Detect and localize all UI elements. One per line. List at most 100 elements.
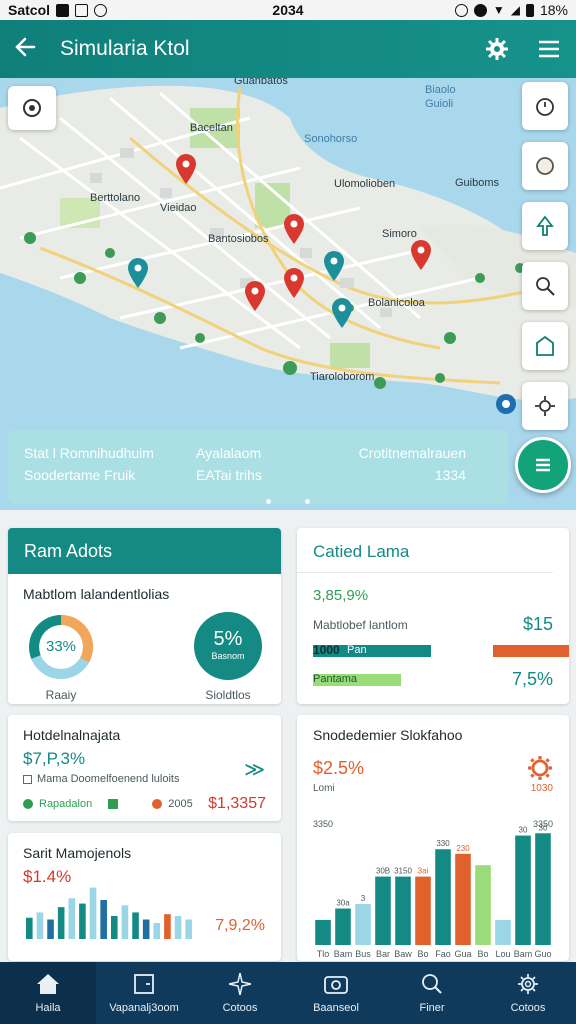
tick-label: Fao [435, 949, 451, 959]
chart-bar [174, 915, 182, 939]
snow-value: $2.5% [313, 757, 365, 778]
nav-settings[interactable]: Cotoos [480, 962, 576, 1024]
circle-value: 5% [213, 628, 243, 650]
notification-icon [75, 3, 89, 17]
overlay-text: 1334 [434, 467, 466, 483]
hotdel-amount: $1,3357 [208, 795, 266, 812]
map-tool-layers[interactable] [522, 142, 568, 190]
map-tool-building[interactable] [522, 322, 568, 370]
nav-search[interactable]: Finer [384, 962, 480, 1024]
alarm-icon [454, 3, 468, 17]
bar-label: 1000 [313, 643, 340, 657]
nav-calendar[interactable]: Vapanalj3oom [96, 962, 192, 1024]
camera-icon [324, 976, 348, 994]
gear-icon[interactable] [527, 755, 553, 781]
bar-top-label: 3150 [394, 867, 412, 876]
chart-bar [132, 912, 139, 939]
map-pin-teal[interactable] [128, 258, 148, 288]
map-view[interactable]: Guanbatos Biaolo Guioli Baceltan Sonohor… [0, 78, 576, 510]
bar-top-label: 3 [361, 894, 366, 903]
map-tool-settings[interactable] [522, 382, 568, 430]
overlay-text: Crotitnemalrauen [358, 445, 466, 461]
catied-lama-card[interactable]: Catied Lama 3,85,9% Mabtlobef lantlom $1… [297, 528, 569, 704]
map-label: Guiboms [455, 177, 500, 189]
map-tool-timer[interactable] [522, 82, 568, 130]
gear-icon [518, 974, 538, 994]
tick-label: Bar [376, 949, 390, 959]
map-tool-search[interactable] [522, 262, 568, 310]
chart-bar [111, 915, 118, 939]
back-arrow-icon[interactable] [14, 34, 48, 65]
circle-sub: Basnom [211, 651, 245, 661]
bar-top-label: 3ai [418, 867, 429, 876]
stat-card[interactable]: Sarit Mamojenols $1.4% 7,9,2% [8, 833, 281, 961]
card-title: Sarit Mamojenols [23, 845, 132, 861]
nav-compass[interactable]: Cotoos [192, 962, 288, 1024]
percent-circle: 5% Basnom [194, 612, 262, 680]
battery-percent: 18% [539, 2, 568, 18]
location-icon [23, 99, 41, 117]
chart-bar [395, 876, 411, 945]
chart-bar [164, 914, 171, 939]
overlay-text: EATai trihs [196, 467, 262, 483]
chip-square-icon [108, 799, 119, 809]
nav-label: Cotoos [510, 1002, 546, 1014]
snodedemier-card[interactable]: Snodedemier Slokfahoo $2.5% Lomi 1030 33… [297, 715, 569, 961]
chip-dot2-icon [152, 799, 163, 809]
nav-label: Finer [419, 1002, 445, 1014]
check-icon [23, 774, 32, 784]
map-label: Sonohorso [304, 133, 358, 145]
tick-label: Guo [534, 949, 551, 959]
hotdel-card[interactable]: Hotdelnalnajata $7,P,3% Mama Doomelfoene… [8, 715, 281, 821]
donut-value: 33% [45, 638, 77, 655]
chart-bar [185, 919, 192, 939]
green-bar: Pantama [313, 673, 401, 686]
map-pin-red[interactable] [411, 240, 431, 270]
tick-label: Bo [477, 949, 488, 959]
chart-bar [475, 865, 491, 945]
map-pin-red[interactable] [245, 281, 265, 311]
nav-label: Baanseol [313, 1002, 359, 1014]
circle-label: Sioldtlos [205, 688, 251, 702]
tick-label: Baw [394, 949, 412, 959]
map-label: Bolanicoloa [368, 297, 425, 309]
carrier-label: Satcol [8, 2, 51, 18]
map-pin-teal[interactable] [332, 298, 352, 328]
battery-icon [525, 3, 534, 17]
locate-button[interactable] [8, 86, 56, 130]
map-label: Bantosiobos [208, 233, 269, 245]
row-value: $15 [522, 614, 553, 634]
mini-bar-chart [26, 887, 192, 939]
chevron-right-icon[interactable]: ≫ [244, 757, 265, 782]
map-pin-red[interactable] [176, 154, 196, 184]
map-pin-red[interactable] [284, 268, 304, 298]
list-fab-button[interactable] [515, 437, 571, 493]
chart-bar [142, 919, 150, 939]
chart-bar [495, 919, 511, 945]
tick-label: Bus [355, 949, 371, 959]
search-icon [536, 277, 555, 296]
chart-bar [100, 900, 107, 939]
bar-top-label: 30B [376, 867, 390, 876]
tick-label: Tlo [317, 949, 330, 959]
gear-icon[interactable] [484, 36, 510, 62]
bottom-navigation: Haila Vapanalj3oom Cotoos Baanseol Finer… [0, 962, 576, 1024]
map-label: Guanbatos [234, 78, 288, 87]
chart-bar [435, 849, 451, 945]
map-tool-tree[interactable] [522, 202, 568, 250]
tick-label: Lou [495, 949, 510, 959]
map-pin-teal[interactable] [324, 251, 344, 281]
chart-bar [375, 876, 391, 945]
ram-adots-card[interactable]: Ram Adots Mabtlom lalandentlolias 33% Ra… [8, 528, 281, 704]
card-title: Catied Lama [297, 528, 553, 573]
bar-top-label: 30 [539, 823, 548, 832]
nav-home[interactable]: Haila [0, 962, 96, 1024]
chip1-label: Rapadalon [39, 798, 93, 810]
nav-label: Haila [35, 1002, 61, 1014]
chart-bar [515, 835, 531, 945]
nav-camera[interactable]: Baanseol [288, 962, 384, 1024]
bar-top-label: 30 [519, 826, 528, 835]
map-pin-red[interactable] [284, 214, 304, 244]
axis-label: 3350 [313, 819, 333, 829]
hamburger-menu-icon[interactable] [536, 36, 562, 62]
